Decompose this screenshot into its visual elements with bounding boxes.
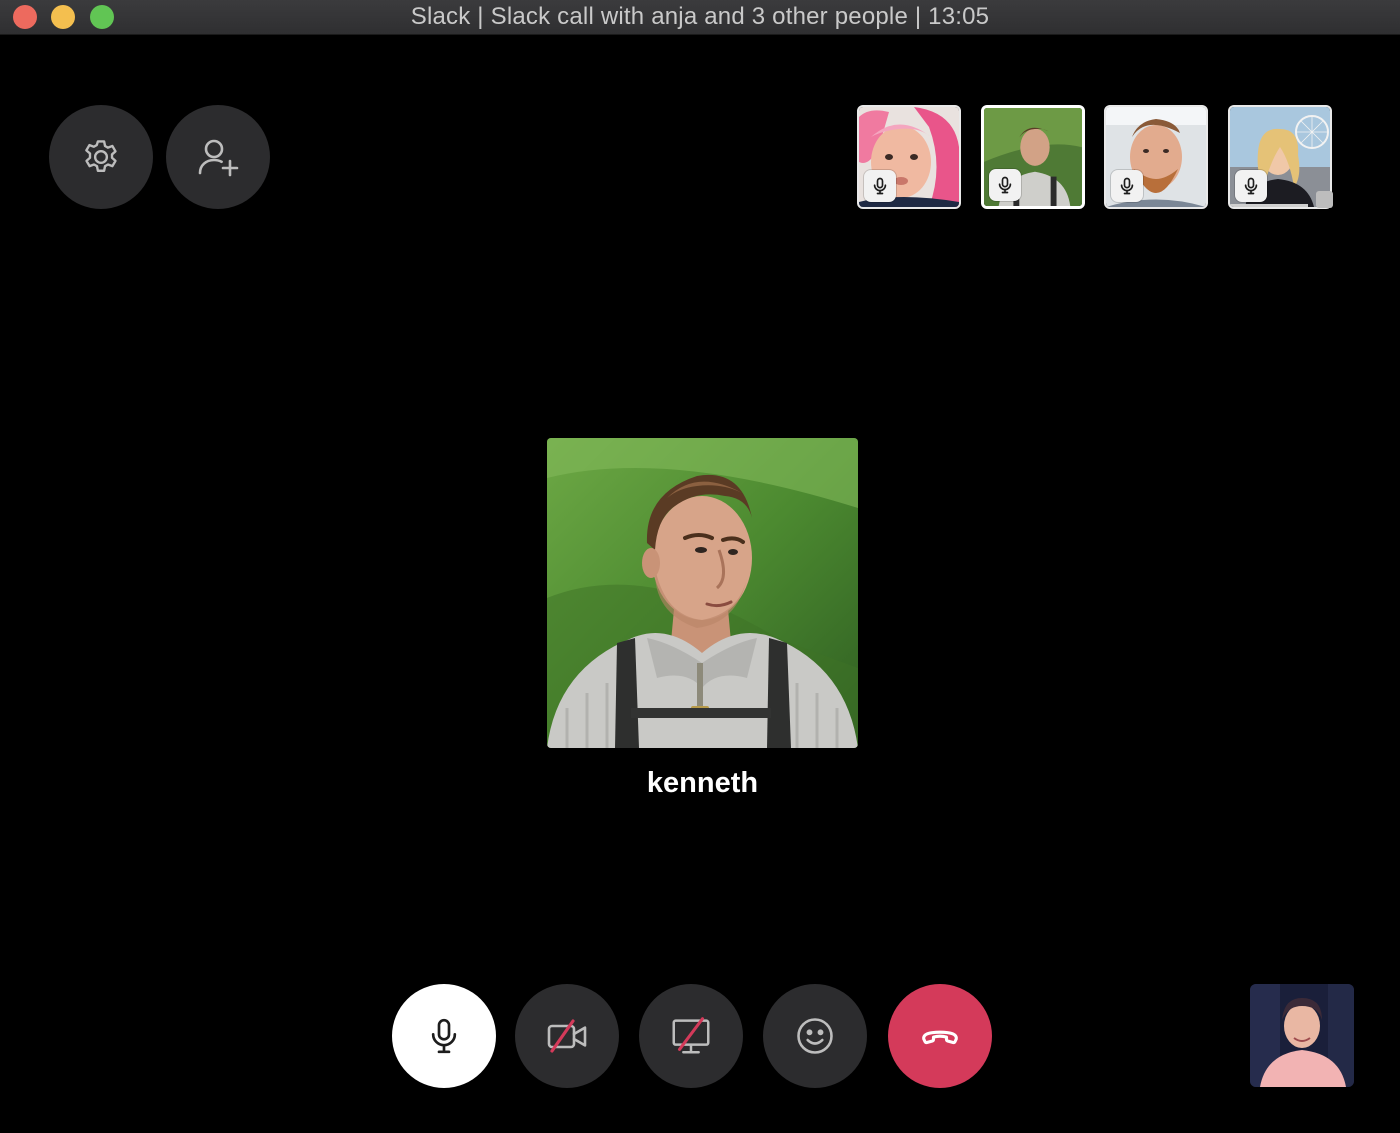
- title-bar: Slack | Slack call with anja and 3 other…: [0, 0, 1400, 35]
- participant-thumbnail[interactable]: [981, 105, 1085, 209]
- more-participants-indicator[interactable]: [1316, 191, 1333, 208]
- gear-icon: [85, 140, 117, 172]
- microphone-icon: [873, 177, 887, 195]
- microphone-icon: [1120, 177, 1134, 195]
- participant-mic-status: [1111, 170, 1143, 202]
- hang-up-icon: [922, 1030, 958, 1045]
- emoji-icon: [797, 1018, 833, 1054]
- participant-thumbnail[interactable]: [857, 105, 961, 209]
- emoji-reaction-button[interactable]: [763, 984, 867, 1088]
- participant-thumbnail[interactable]: [1104, 105, 1208, 209]
- participant-mic-status: [989, 169, 1021, 201]
- window-title: Slack | Slack call with anja and 3 other…: [410, 3, 990, 30]
- microphone-icon: [1244, 177, 1258, 195]
- mute-microphone-button[interactable]: [392, 984, 496, 1088]
- add-people-button[interactable]: [166, 105, 270, 209]
- share-screen-button[interactable]: [639, 984, 743, 1088]
- screen-share-off-icon: [672, 1017, 710, 1054]
- participant-mic-status: [1235, 170, 1267, 202]
- speaking-indicator: [1230, 204, 1308, 207]
- add-user-icon: [198, 139, 239, 177]
- active-speaker-avatar: [547, 438, 858, 748]
- toggle-video-button[interactable]: [515, 984, 619, 1088]
- settings-button[interactable]: [49, 105, 153, 209]
- microphone-icon: [998, 176, 1012, 194]
- active-speaker-name: kenneth: [646, 767, 759, 799]
- video-off-icon: [547, 1019, 587, 1053]
- microphone-icon: [431, 1018, 457, 1054]
- participant-mic-status: [864, 170, 896, 202]
- self-view-video[interactable]: [1250, 984, 1354, 1087]
- hang-up-button[interactable]: [888, 984, 992, 1088]
